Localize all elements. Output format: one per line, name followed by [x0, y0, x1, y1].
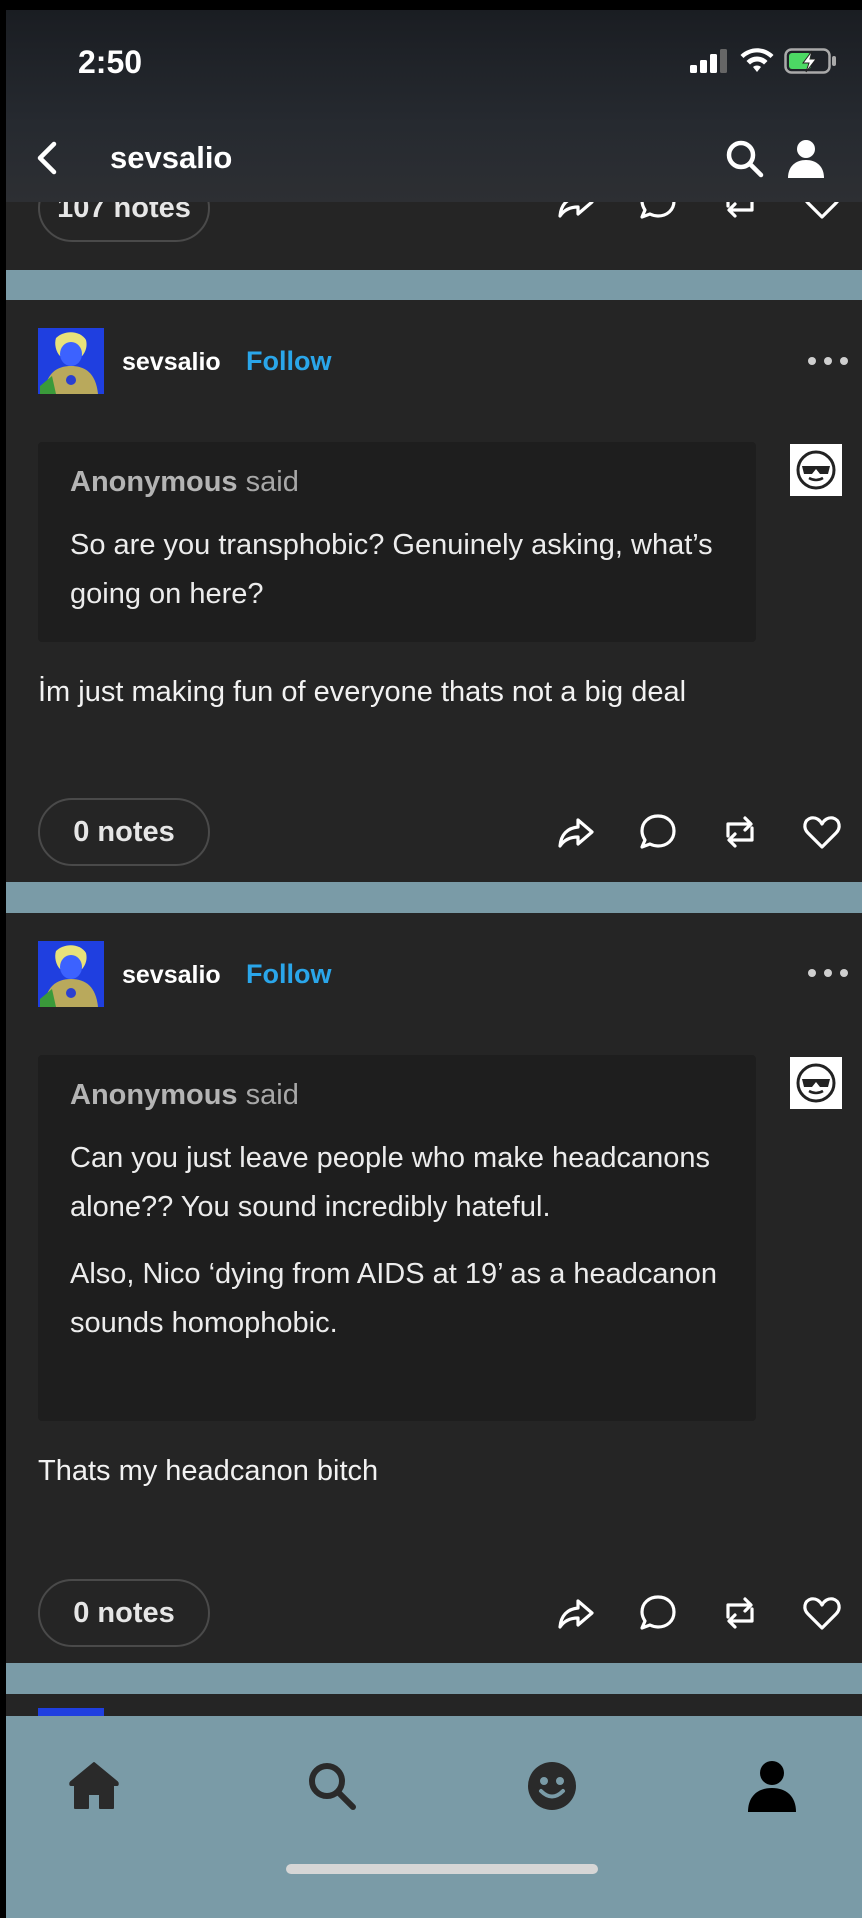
top-bar: 2:50 sevsalio [6, 10, 862, 202]
like-icon[interactable] [800, 1591, 844, 1635]
account-icon[interactable] [744, 1758, 800, 1814]
post-card: sevsalio Follow Anonymous said So are yo… [6, 300, 862, 882]
ask-paragraph: So are you transphobic? Genuinely asking… [70, 529, 713, 610]
page-title[interactable]: sevsalio [110, 140, 232, 176]
post-card: sevsalio Follow Anonymous said Can you j… [6, 913, 862, 1663]
anonymous-avatar-icon [790, 1057, 842, 1109]
post-actions [554, 810, 844, 854]
account-icon[interactable] [786, 138, 826, 180]
ask-said-label: said [245, 466, 299, 498]
home-indicator [286, 1864, 598, 1874]
avatar[interactable] [38, 941, 104, 1007]
asker-name: Anonymous [70, 466, 238, 498]
answer-text: İm just making fun of everyone thats not… [38, 676, 687, 708]
reply-icon[interactable] [636, 810, 680, 854]
app-screen: 107 notes sevsalio Follow Anonymous said… [6, 10, 862, 1918]
username[interactable]: sevsalio [122, 961, 221, 990]
previous-post: 107 notes [6, 174, 862, 270]
battery-charging-icon [784, 48, 836, 74]
follow-button[interactable]: Follow [246, 346, 331, 377]
reblog-icon[interactable] [718, 1591, 762, 1635]
home-icon[interactable] [66, 1758, 122, 1814]
ask-header: Anonymous said [70, 1079, 724, 1112]
wifi-icon [740, 48, 774, 72]
post-actions [554, 1591, 844, 1635]
answer-text: Thats my headcanon bitch [38, 1455, 379, 1487]
reply-icon[interactable] [636, 1591, 680, 1635]
ask-question: So are you transphobic? Genuinely asking… [70, 521, 724, 619]
back-arrow-icon[interactable] [30, 138, 70, 178]
follow-button[interactable]: Follow [246, 959, 331, 990]
notes-button[interactable]: 0 notes [38, 1579, 210, 1647]
activity-icon[interactable] [524, 1758, 580, 1814]
ask-paragraph: Also, Nico ‘dying from AIDS at 19’ as a … [70, 1258, 717, 1339]
ask-said-label: said [245, 1079, 299, 1111]
search-icon[interactable] [724, 138, 766, 180]
more-options-icon[interactable] [808, 357, 848, 369]
username[interactable]: sevsalio [122, 348, 221, 377]
ask-header: Anonymous said [70, 466, 724, 499]
status-time: 2:50 [78, 44, 143, 80]
ask-bubble: Anonymous said So are you transphobic? G… [38, 442, 756, 642]
ask-paragraph: Can you just leave people who make headc… [70, 1142, 711, 1223]
asker-name: Anonymous [70, 1079, 238, 1111]
more-options-icon[interactable] [808, 969, 848, 981]
like-icon[interactable] [800, 810, 844, 854]
avatar[interactable] [38, 328, 104, 394]
share-icon[interactable] [554, 1591, 598, 1635]
bottom-tab-bar [6, 1716, 862, 1918]
ask-bubble: Anonymous said Can you just leave people… [38, 1055, 756, 1421]
anonymous-avatar-icon [790, 444, 842, 496]
cellular-signal-icon [690, 49, 727, 73]
reblog-icon[interactable] [718, 810, 762, 854]
ask-question: Can you just leave people who make headc… [70, 1134, 724, 1348]
status-icons [690, 48, 838, 74]
explore-icon[interactable] [304, 1758, 360, 1814]
share-icon[interactable] [554, 810, 598, 854]
notes-button[interactable]: 0 notes [38, 798, 210, 866]
